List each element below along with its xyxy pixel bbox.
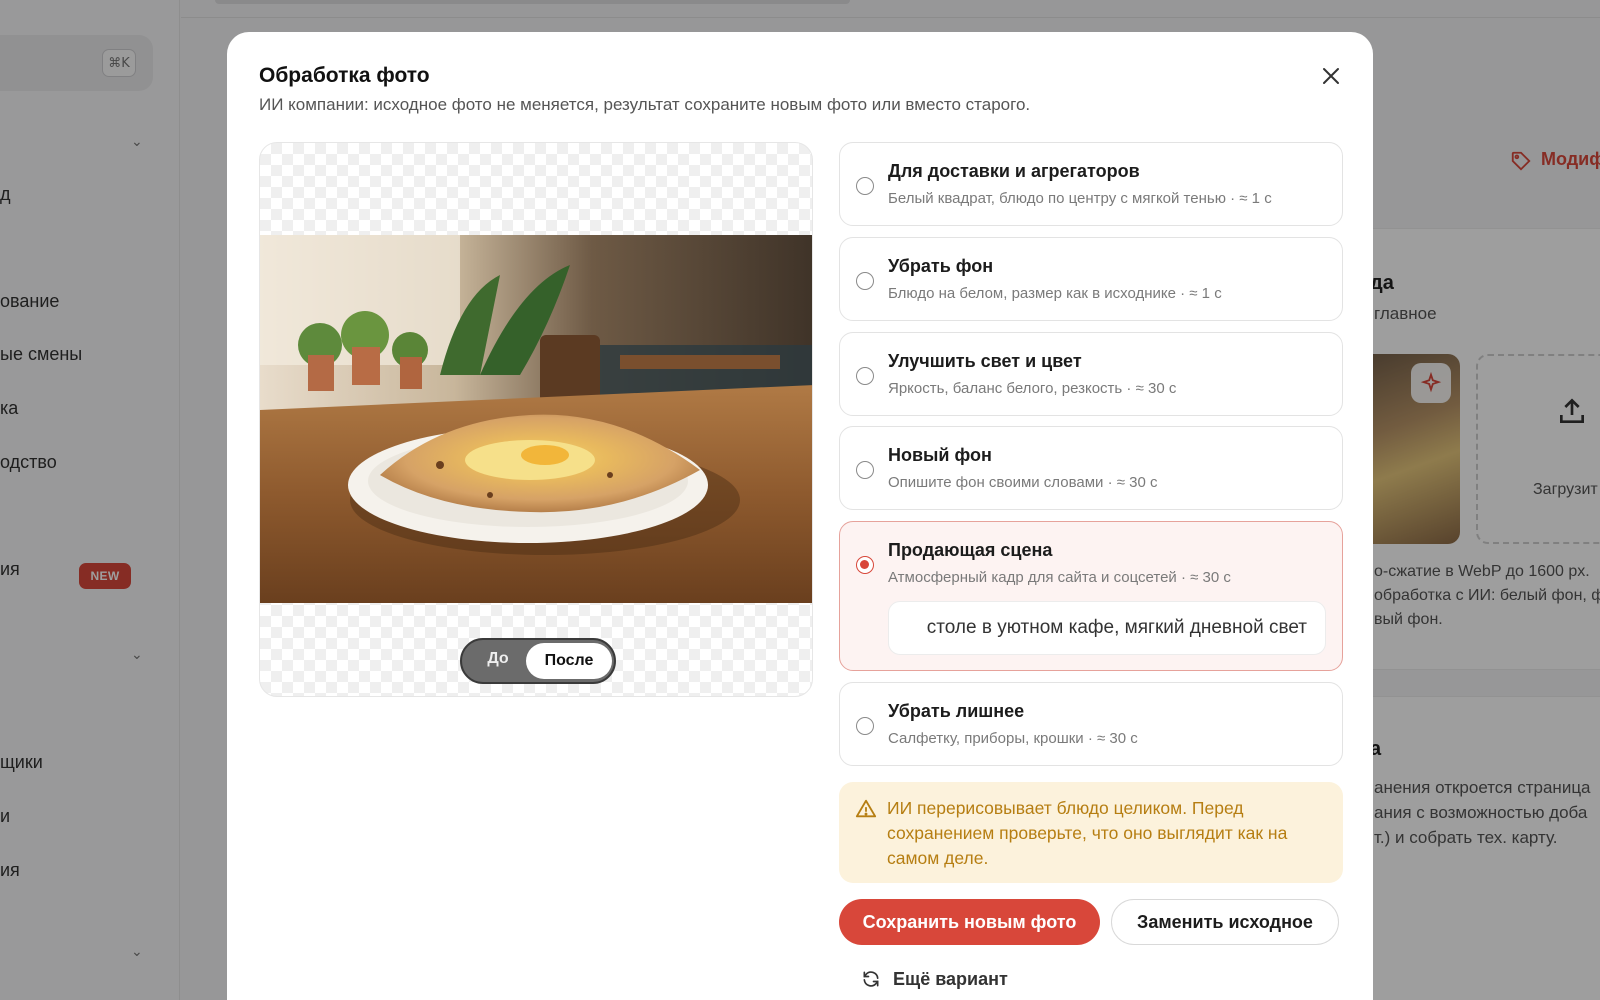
option-remove-extra[interactable]: Убрать лишнее Салфетку, приборы, крошки … xyxy=(839,682,1343,766)
radio-button[interactable] xyxy=(856,367,874,385)
option-remove-background[interactable]: Убрать фон Блюдо на белом, размер как в … xyxy=(839,237,1343,321)
option-delivery[interactable]: Для доставки и агрегаторов Белый квадрат… xyxy=(839,142,1343,226)
option-description: Атмосферный кадр для сайта и соцсетей · … xyxy=(888,569,1231,586)
option-improve-light[interactable]: Улучшить свет и цвет Яркость, баланс бел… xyxy=(839,332,1343,416)
option-description: Опишите фон своими словами · ≈ 30 с xyxy=(888,474,1158,491)
toggle-after[interactable]: После xyxy=(526,643,612,679)
radio-button[interactable] xyxy=(856,717,874,735)
option-title: Убрать фон xyxy=(888,256,994,276)
option-description: Салфетку, приборы, крошки · ≈ 30 с xyxy=(888,730,1138,747)
warning-banner: ИИ перерисовывает блюдо целиком. Перед с… xyxy=(839,782,1343,883)
radio-button-selected[interactable] xyxy=(856,556,874,574)
option-description: Белый квадрат, блюдо по центру с мягкой … xyxy=(888,190,1272,207)
radio-button[interactable] xyxy=(856,461,874,479)
option-description: Яркость, баланс белого, резкость · ≈ 30 … xyxy=(888,380,1177,397)
photo-processing-modal: Обработка фото ИИ компании: исходное фот… xyxy=(227,32,1373,1000)
scene-description-input[interactable] xyxy=(888,601,1326,655)
modal-subtitle: ИИ компании: исходное фото не меняется, … xyxy=(259,95,1031,114)
option-description: Блюдо на белом, размер как в исходнике ·… xyxy=(888,285,1222,302)
radio-button[interactable] xyxy=(856,177,874,195)
photo-preview: До После xyxy=(259,142,813,697)
radio-button[interactable] xyxy=(856,272,874,290)
option-title: Продающая сцена xyxy=(888,540,1053,560)
warning-icon xyxy=(855,799,877,818)
close-icon xyxy=(1323,68,1339,84)
replace-original-button[interactable]: Заменить исходное xyxy=(1111,899,1339,945)
save-new-photo-button[interactable]: Сохранить новым фото xyxy=(839,899,1100,945)
option-new-background[interactable]: Новый фон Опишите фон своими словами · ≈… xyxy=(839,426,1343,510)
before-after-toggle[interactable]: До После xyxy=(460,638,616,684)
option-title: Улучшить свет и цвет xyxy=(888,351,1082,371)
another-variant-label: Ещё вариант xyxy=(893,968,1008,989)
warning-text: ИИ перерисовывает блюдо целиком. Перед с… xyxy=(887,798,1288,868)
option-selling-scene[interactable]: Продающая сцена Атмосферный кадр для сай… xyxy=(839,521,1343,671)
option-title: Новый фон xyxy=(888,445,992,465)
toggle-before[interactable]: До xyxy=(474,650,522,668)
modal-title: Обработка фото xyxy=(259,64,430,87)
another-variant-button[interactable]: Ещё вариант xyxy=(861,964,1008,994)
dish-photo xyxy=(260,235,812,603)
close-button[interactable] xyxy=(1317,62,1345,90)
option-title: Убрать лишнее xyxy=(888,701,1025,721)
refresh-icon xyxy=(863,971,879,987)
option-title: Для доставки и агрегаторов xyxy=(888,161,1140,181)
